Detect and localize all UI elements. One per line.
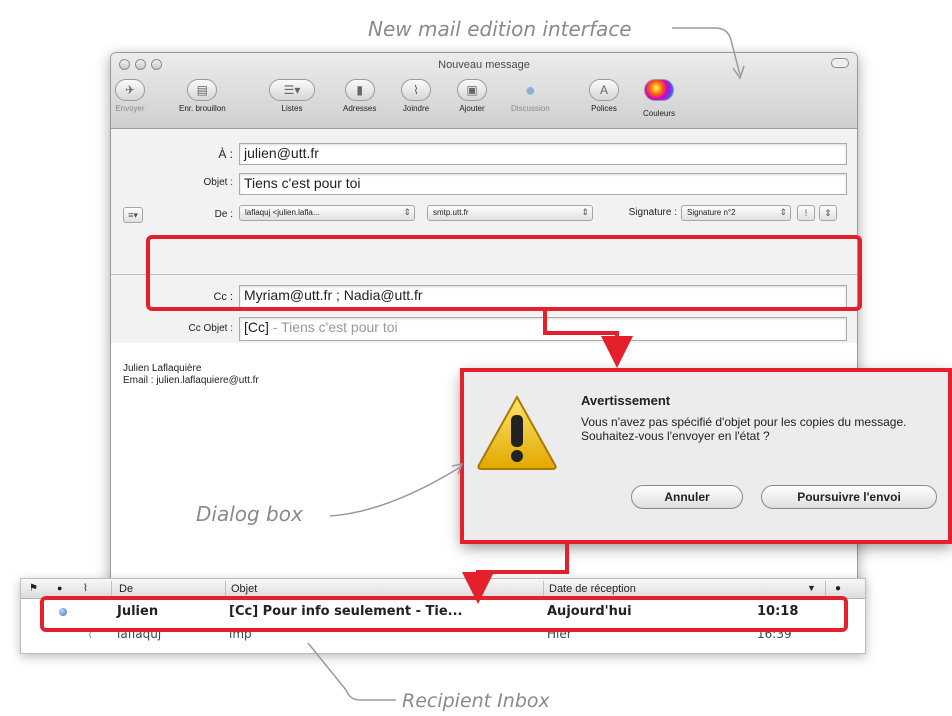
- signature-label: Signature :: [628, 207, 677, 218]
- caption-new-mail: New mail edition interface: [368, 17, 632, 41]
- window-titlebar: Nouveau message ✈ Envoyer ▤ Enr. brouill…: [111, 53, 857, 129]
- priority-stepper[interactable]: ⇕: [819, 205, 837, 221]
- cancel-button[interactable]: Annuler: [631, 485, 743, 509]
- inbox-row[interactable]: Julien [Cc] Pour info seulement - Tie...…: [21, 601, 865, 623]
- attach-icon: ⌇: [401, 79, 431, 101]
- warning-icon: [477, 394, 557, 470]
- fonts-icon: A: [589, 79, 619, 101]
- fonts-button[interactable]: A Polices: [589, 79, 619, 113]
- cc-field[interactable]: Myriam@utt.fr ; Nadia@utt.fr: [239, 285, 847, 309]
- add-button[interactable]: ▣ Ajouter: [457, 79, 487, 113]
- attachment-column-icon[interactable]: ⌇: [83, 583, 88, 594]
- addresses-label: Adresses: [343, 104, 377, 113]
- column-from[interactable]: De: [119, 583, 133, 595]
- window-title: Nouveau message: [438, 59, 530, 71]
- discussion-label: Discussion: [511, 104, 550, 113]
- toolbar-toggle-button[interactable]: [831, 58, 849, 68]
- caption-inbox: Recipient Inbox: [402, 690, 550, 712]
- signature-name: Julien Laflaquière: [123, 363, 202, 374]
- signature-email: Email : julien.laflaquiere@utt.fr: [123, 375, 259, 386]
- send-label: Envoyer: [115, 104, 145, 113]
- from-label: De :: [214, 209, 233, 220]
- sort-chevron-icon[interactable]: ▼: [807, 583, 816, 593]
- cc-subject-prefix: [Cc]: [244, 319, 269, 335]
- caption-dialog: Dialog box: [196, 502, 303, 526]
- colors-label: Couleurs: [643, 109, 676, 118]
- continue-send-button[interactable]: Poursuivre l'envoi: [761, 485, 937, 509]
- fonts-label: Polices: [591, 104, 617, 113]
- cc-subject-field[interactable]: [Cc] - Tiens c'est pour toi: [239, 317, 847, 341]
- smtp-select[interactable]: smtp.utt.fr: [427, 205, 593, 221]
- to-field[interactable]: julien@utt.fr: [239, 143, 847, 165]
- unread-dot-icon: [59, 608, 67, 616]
- from-select[interactable]: laflaquj <julien.lafla...: [239, 205, 415, 221]
- row-subject: [Cc] Pour info seulement - Tie...: [229, 604, 463, 619]
- dialog-message: Vous n'avez pas spécifié d'objet pour le…: [581, 415, 907, 443]
- attachment-icon: ⌇: [87, 627, 93, 641]
- discussion-button[interactable]: ● Discussion: [511, 79, 550, 114]
- to-label: À :: [218, 147, 233, 161]
- attach-button[interactable]: ⌇ Joindre: [401, 79, 431, 113]
- address-book-icon: ▮: [344, 79, 375, 101]
- subject-label: Objet :: [203, 177, 233, 188]
- flag-column-icon[interactable]: ⚑: [29, 583, 38, 594]
- row-subject: imp: [229, 627, 252, 641]
- save-draft-icon: ▤: [187, 79, 218, 101]
- dialog-title: Avertissement: [581, 393, 671, 408]
- save-draft-label: Enr. brouillon: [179, 104, 226, 113]
- cc-label: Cc :: [213, 291, 233, 303]
- colors-icon: [644, 79, 674, 101]
- subject-field[interactable]: Tiens c'est pour toi: [239, 173, 847, 195]
- column-date[interactable]: Date de réception: [549, 583, 636, 595]
- row-date: Hier: [547, 627, 572, 641]
- addresses-button[interactable]: ▮ Adresses: [343, 79, 376, 113]
- recipient-inbox: ⚑ ● ⌇ De Objet Date de réception ▼ ● Jul…: [20, 578, 866, 654]
- colors-button[interactable]: Couleurs: [643, 79, 675, 118]
- signature-block: Julien Laflaquière Email : julien.laflaq…: [123, 363, 259, 387]
- send-button[interactable]: ✈ Envoyer: [115, 79, 145, 113]
- row-from: laflaquj: [117, 627, 162, 641]
- row-date: Aujourd'hui: [547, 604, 632, 619]
- lists-label: Listes: [281, 104, 303, 113]
- message-header-fields: À : julien@utt.fr Objet : Tiens c'est po…: [111, 129, 857, 275]
- lists-button[interactable]: ☰▾ Listes: [269, 79, 315, 113]
- row-from: Julien: [117, 604, 159, 619]
- send-icon: ✈: [115, 79, 145, 101]
- signature-select[interactable]: Signature n°2: [681, 205, 791, 221]
- chat-bubble-icon: ●: [524, 79, 536, 100]
- add-label: Ajouter: [459, 104, 485, 113]
- priority-button[interactable]: !: [797, 205, 815, 221]
- warning-dialog: Avertissement Vous n'avez pas spécifié d…: [462, 370, 952, 542]
- inbox-header: ⚑ ● ⌇ De Objet Date de réception ▼ ●: [21, 579, 865, 599]
- cc-subject-label: Cc Objet :: [188, 323, 233, 334]
- column-subject[interactable]: Objet: [231, 583, 257, 595]
- row-time: 16:39: [757, 627, 792, 641]
- column-options-icon[interactable]: ●: [835, 583, 841, 594]
- inbox-row[interactable]: ⌇ laflaquj imp Hier 16:39: [21, 624, 865, 646]
- unread-column-icon[interactable]: ●: [57, 583, 62, 593]
- save-draft-button[interactable]: ▤ Enr. brouillon: [179, 79, 226, 113]
- attach-label: Joindre: [402, 104, 430, 113]
- lists-icon: ☰▾: [269, 79, 315, 101]
- add-icon: ▣: [457, 79, 487, 101]
- header-options-button[interactable]: ≡▾: [123, 207, 143, 223]
- row-time: 10:18: [757, 604, 799, 619]
- cc-subject-suffix: - Tiens c'est pour toi: [268, 319, 398, 335]
